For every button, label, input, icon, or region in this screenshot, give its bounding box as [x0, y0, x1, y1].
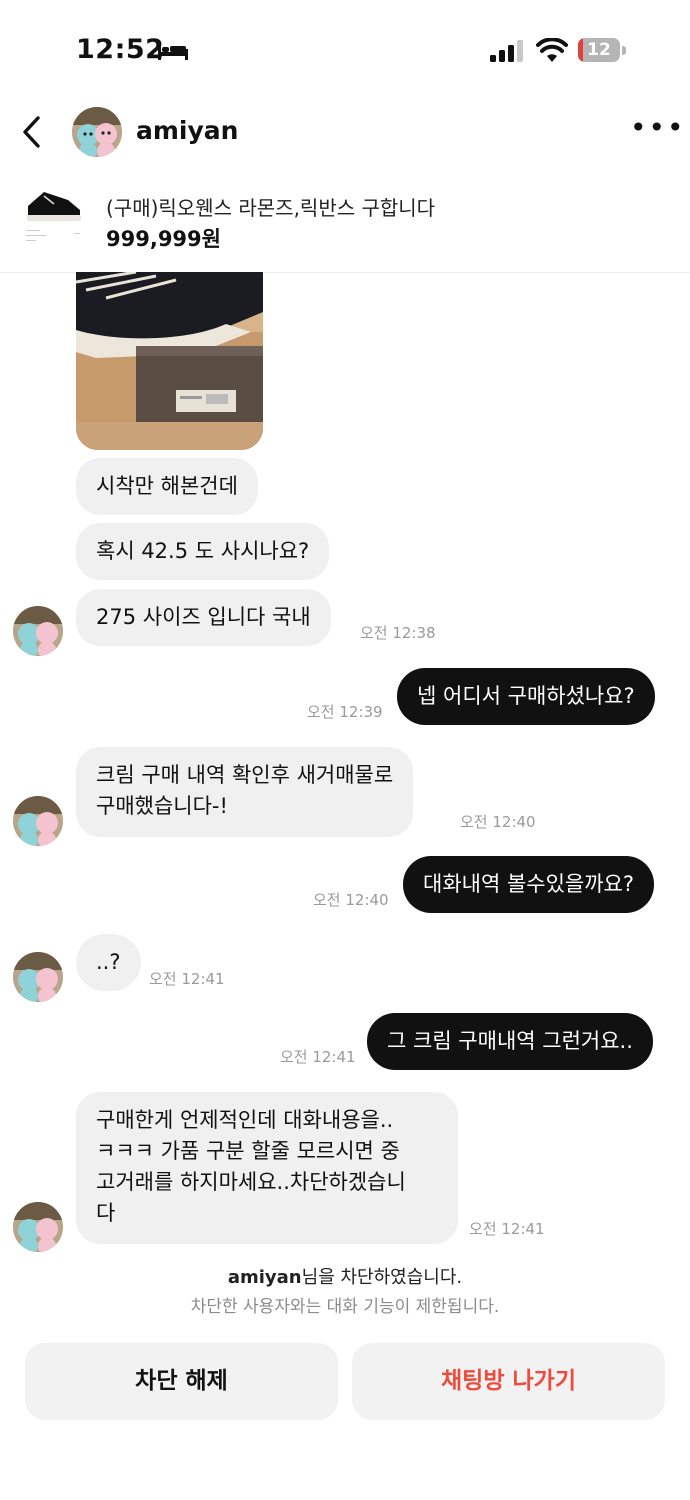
product-price: 999,999원 [106, 227, 221, 251]
message-timestamp: 오전 12:39 [307, 703, 383, 721]
battery-icon: 12 [578, 38, 628, 64]
message-bubble-incoming[interactable]: 크림 구매 내역 확인후 새거매물로 구매했습니다-! [76, 747, 414, 837]
product-banner[interactable]: (구매)릭오웬스 라몬즈,릭반스 구합니다 999,999원 [0, 172, 690, 273]
status-time: 12:52 [76, 34, 165, 65]
product-thumbnail[interactable] [24, 182, 84, 252]
more-horizontal-icon[interactable]: ••• [630, 114, 684, 144]
battery-level: 12 [587, 40, 611, 60]
block-notice: amiyan님을 차단하였습니다. [0, 1263, 690, 1289]
leave-chat-button[interactable]: 채팅방 나가기 [352, 1343, 665, 1420]
chat-header: amiyan ••• [0, 100, 690, 166]
message-timestamp: 오전 12:38 [360, 624, 436, 642]
message-bubble-outgoing[interactable]: 대화내역 볼수있을까요? [403, 856, 655, 913]
message-bubble-incoming[interactable]: 시착만 해본건데 [76, 458, 258, 515]
message-bubble-incoming[interactable]: 구매한게 언제적인데 대화내용을.. ㅋㅋㅋ 가품 구분 할줄 모르시면 중 고… [76, 1092, 458, 1244]
message-timestamp: 오전 12:41 [280, 1048, 356, 1066]
product-title: (구매)릭오웬스 라몬즈,릭반스 구합니다 [106, 196, 436, 220]
status-bar: 12:52 12 [0, 0, 690, 100]
wifi-icon [536, 38, 568, 62]
avatar[interactable] [72, 107, 122, 157]
shared-photo[interactable] [76, 272, 263, 450]
message-bubble-incoming[interactable]: 275 사이즈 입니다 국내 [76, 589, 331, 646]
username[interactable]: amiyan [136, 116, 238, 145]
message-timestamp: 오전 12:40 [313, 891, 389, 909]
message-timestamp: 오전 12:41 [469, 1220, 545, 1238]
bed-icon [158, 42, 188, 60]
block-notice-text: 님을 차단하였습니다. [301, 1267, 463, 1288]
signal-icon [490, 40, 523, 62]
message-timestamp: 오전 12:40 [460, 813, 536, 831]
message-bubble-outgoing[interactable]: 넵 어디서 구매하셨나요? [397, 668, 655, 725]
avatar[interactable] [13, 952, 63, 1002]
message-bubble-outgoing[interactable]: 그 크림 구매내역 그런거요.. [367, 1013, 653, 1070]
message-bubble-incoming[interactable]: 혹시 42.5 도 사시나요? [76, 523, 330, 580]
avatar[interactable] [13, 796, 63, 846]
avatar[interactable] [13, 1202, 63, 1252]
blocked-username: amiyan [227, 1267, 302, 1288]
unblock-button[interactable]: 차단 해제 [25, 1343, 338, 1420]
avatar[interactable] [13, 606, 63, 656]
chevron-left-icon[interactable] [18, 114, 48, 150]
message-timestamp: 오전 12:41 [149, 970, 225, 988]
message-bubble-incoming[interactable]: ..? [76, 934, 141, 991]
restriction-notice: 차단한 사용자와는 대화 기능이 제한됩니다. [190, 1297, 500, 1317]
